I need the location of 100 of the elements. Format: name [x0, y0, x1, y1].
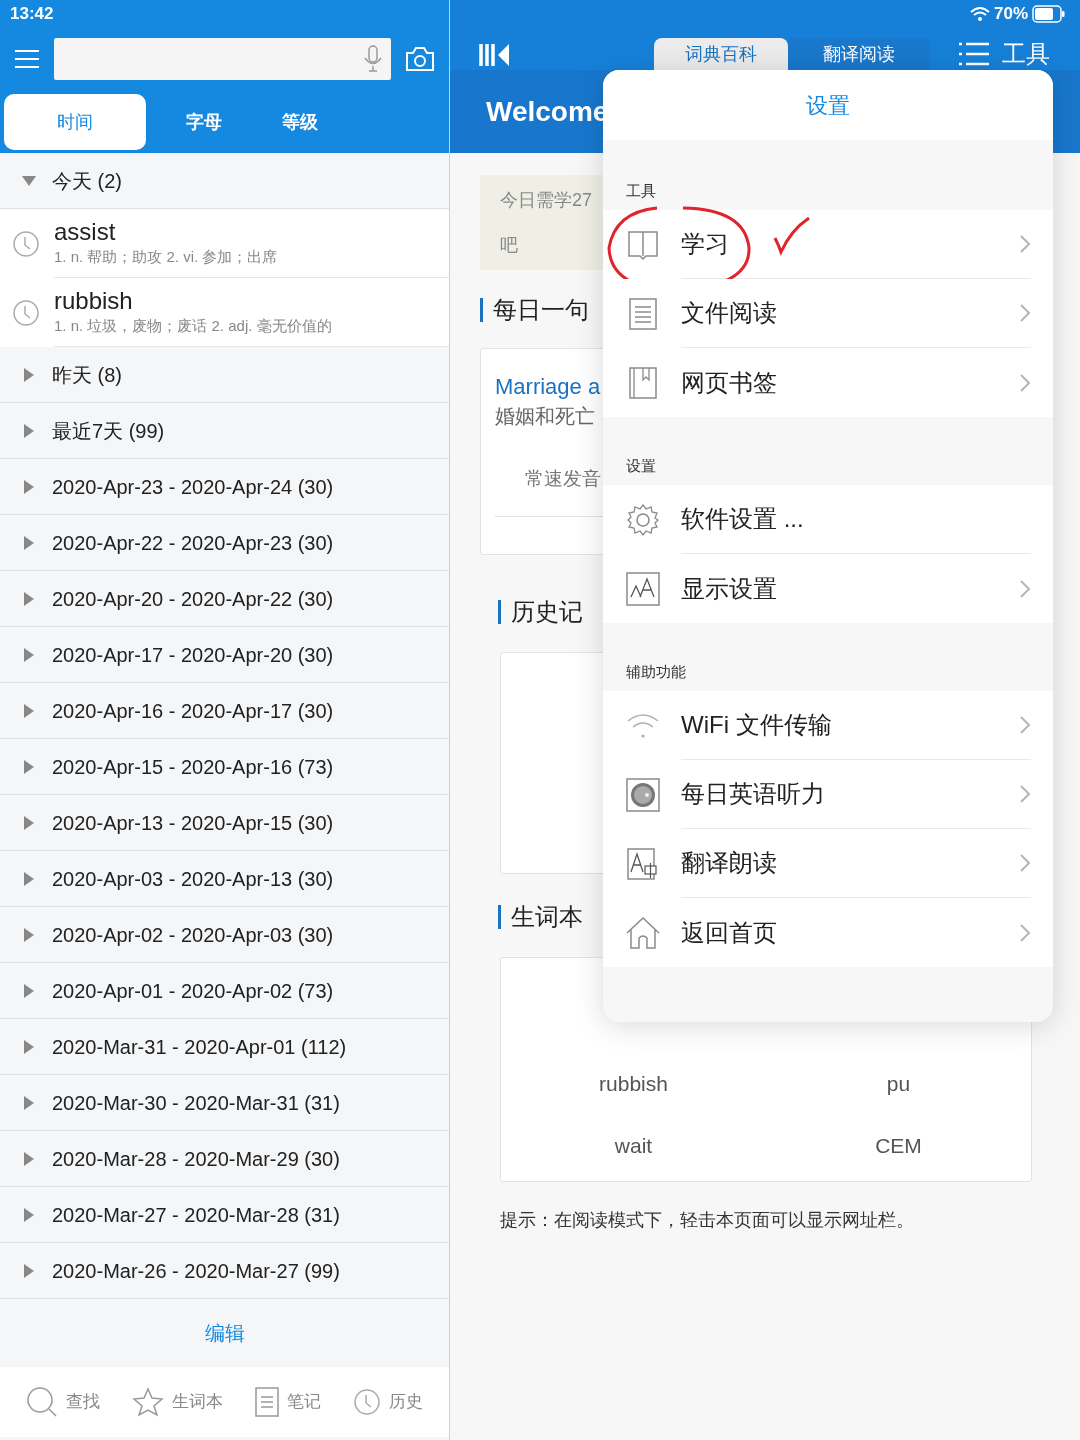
section-label: 工具	[626, 180, 656, 201]
battery-icon	[1032, 5, 1066, 23]
translate-icon	[626, 846, 660, 881]
group-label: 2020-Mar-27 - 2020-Mar-28 (31)	[52, 1202, 340, 1228]
document-icon	[628, 296, 658, 331]
word-title: rubbish	[54, 286, 134, 315]
history-group-row[interactable]: 2020-Apr-03 - 2020-Apr-13 (30)	[0, 851, 449, 907]
group-label: 2020-Apr-02 - 2020-Apr-03 (30)	[52, 922, 334, 948]
sentence-title: Marriage a	[495, 373, 601, 401]
edit-button[interactable]: 编辑	[188, 1310, 261, 1356]
menu-item[interactable]: 显示设置	[603, 554, 1053, 623]
group-label: 今天 (2)	[52, 168, 122, 194]
chevron-right-icon	[1019, 784, 1031, 804]
bottom-nav-tab[interactable]: 笔记	[255, 1387, 321, 1417]
menu-item-label: 显示设置	[681, 573, 777, 604]
menu-item-label: 学习	[681, 229, 729, 259]
group-label: 2020-Mar-31 - 2020-Apr-01 (112)	[52, 1034, 347, 1060]
history-group-row[interactable]: 2020-Mar-31 - 2020-Apr-01 (112)	[0, 1019, 449, 1075]
menu-item-label: 翻译朗读	[681, 848, 777, 878]
menu-item-label: 返回首页	[681, 917, 777, 948]
settings-icon	[626, 502, 660, 537]
section-label: 辅助功能	[626, 661, 686, 682]
checkmark-drawing	[773, 216, 811, 256]
menu-icon[interactable]	[14, 49, 40, 69]
wordbook-word[interactable]: pu	[766, 1068, 1031, 1100]
history-group-row[interactable]: 2020-Apr-01 - 2020-Apr-02 (73)	[0, 963, 449, 1019]
history-group-row[interactable]: 2020-Apr-20 - 2020-Apr-22 (30)	[0, 571, 449, 627]
sort-tab[interactable]: 等级	[262, 94, 338, 150]
sort-tab[interactable]: 时间	[4, 94, 146, 150]
menu-item[interactable]: 翻译朗读	[603, 829, 1053, 898]
sidebar-collapse-icon[interactable]	[478, 42, 512, 68]
history-group-row[interactable]: 2020-Mar-28 - 2020-Mar-29 (30)	[0, 1131, 449, 1187]
group-label: 2020-Apr-03 - 2020-Apr-13 (30)	[52, 866, 334, 892]
history-group-row[interactable]: 2020-Apr-22 - 2020-Apr-23 (30)	[0, 515, 449, 571]
welcome-heading: Welcome	[486, 94, 609, 129]
word-title: assist	[54, 217, 117, 246]
sentence-translation: 婚姻和死亡	[495, 404, 595, 429]
clock-icon	[353, 1388, 381, 1416]
history-group-row[interactable]: 最近7天 (99)	[0, 403, 449, 459]
menu-item[interactable]: 网页书签	[603, 348, 1053, 417]
history-group-row[interactable]: 2020-Apr-15 - 2020-Apr-16 (73)	[0, 739, 449, 795]
section-heading: 每日一句	[493, 295, 589, 325]
group-label: 昨天 (8)	[52, 362, 122, 388]
hint-text: 提示：在阅读模式下，轻击本页面可以显示网址栏。	[500, 1209, 915, 1232]
group-label: 最近7天 (99)	[52, 418, 165, 444]
history-group-row[interactable]: 2020-Apr-16 - 2020-Apr-17 (30)	[0, 683, 449, 739]
camera-icon[interactable]	[405, 46, 435, 72]
history-group-row[interactable]: 2020-Apr-13 - 2020-Apr-15 (30)	[0, 795, 449, 851]
group-label: 2020-Apr-17 - 2020-Apr-20 (30)	[52, 642, 334, 668]
bookmark-book-icon	[628, 365, 658, 400]
group-label: 2020-Apr-13 - 2020-Apr-15 (30)	[52, 810, 334, 836]
menu-item-label: 每日英语听力	[681, 779, 825, 809]
microphone-icon[interactable]	[363, 45, 383, 73]
word-row[interactable]: assist 1. n. 帮助；助攻 2. vi. 参加；出席	[0, 209, 449, 278]
menu-item[interactable]: 文件阅读	[603, 279, 1053, 348]
menu-item[interactable]: WiFi 文件传输	[603, 691, 1053, 760]
menu-item[interactable]: 软件设置 ...	[603, 485, 1053, 554]
section-heading: 历史记	[511, 597, 583, 627]
history-group-row[interactable]: 2020-Mar-26 - 2020-Mar-27 (99)	[0, 1243, 449, 1299]
chevron-right-icon	[1019, 578, 1031, 599]
search-icon	[26, 1387, 58, 1417]
history-group-row[interactable]: 昨天 (8)	[0, 347, 449, 403]
history-group-row[interactable]: 2020-Apr-23 - 2020-Apr-24 (30)	[0, 459, 449, 515]
chevron-right-icon	[1019, 715, 1031, 735]
daily-plan-text: 吧	[500, 233, 518, 257]
top-tab[interactable]: 翻译阅读	[788, 38, 930, 70]
history-group-row[interactable]: 2020-Apr-17 - 2020-Apr-20 (30)	[0, 627, 449, 683]
notes-icon	[255, 1387, 279, 1417]
home-icon	[625, 915, 661, 950]
chevron-right-icon	[1019, 853, 1031, 873]
tools-button[interactable]: 工具	[958, 38, 1050, 70]
group-label: 2020-Apr-22 - 2020-Apr-23 (30)	[52, 530, 334, 556]
top-tab[interactable]: 词典百科	[654, 38, 788, 70]
status-time: 13:42	[10, 3, 54, 26]
section-heading: 生词本	[511, 902, 583, 932]
search-field[interactable]	[54, 38, 391, 80]
wordbook-word[interactable]: wait	[501, 1129, 766, 1161]
word-row[interactable]: rubbish 1. n. 垃圾，废物；废话 2. adj. 毫无价值的	[0, 278, 449, 347]
group-label: 2020-Mar-30 - 2020-Mar-31 (31)	[52, 1090, 340, 1116]
audio-label: 常速发音	[525, 468, 601, 489]
history-group-row[interactable]: 2020-Mar-27 - 2020-Mar-28 (31)	[0, 1187, 449, 1243]
menu-item-label: 网页书签	[681, 367, 777, 398]
bottom-nav-tab[interactable]: 历史	[353, 1388, 423, 1416]
chevron-right-icon	[1019, 922, 1031, 943]
menu-item[interactable]: 返回首页	[603, 898, 1053, 967]
history-group-row[interactable]: 2020-Apr-02 - 2020-Apr-03 (30)	[0, 907, 449, 963]
group-label: 2020-Mar-28 - 2020-Mar-29 (30)	[52, 1146, 340, 1172]
chevron-right-icon	[1019, 303, 1031, 323]
menu-item-label: 软件设置 ...	[681, 504, 804, 534]
bottom-nav-tab[interactable]: 查找	[26, 1387, 100, 1417]
menu-item[interactable]: 每日英语听力	[603, 760, 1053, 829]
group-label: 2020-Apr-15 - 2020-Apr-16 (73)	[52, 754, 334, 780]
clock-icon	[12, 298, 40, 327]
history-group-row[interactable]: 2020-Mar-30 - 2020-Mar-31 (31)	[0, 1075, 449, 1131]
battery-percentage: 70%	[993, 3, 1028, 26]
wordbook-word[interactable]: rubbish	[501, 1068, 766, 1100]
popover-title: 设置	[806, 91, 850, 120]
sort-tab[interactable]: 字母	[166, 94, 242, 150]
bottom-nav-tab[interactable]: 生词本	[132, 1387, 223, 1417]
wordbook-word[interactable]: CEM	[766, 1129, 1031, 1161]
